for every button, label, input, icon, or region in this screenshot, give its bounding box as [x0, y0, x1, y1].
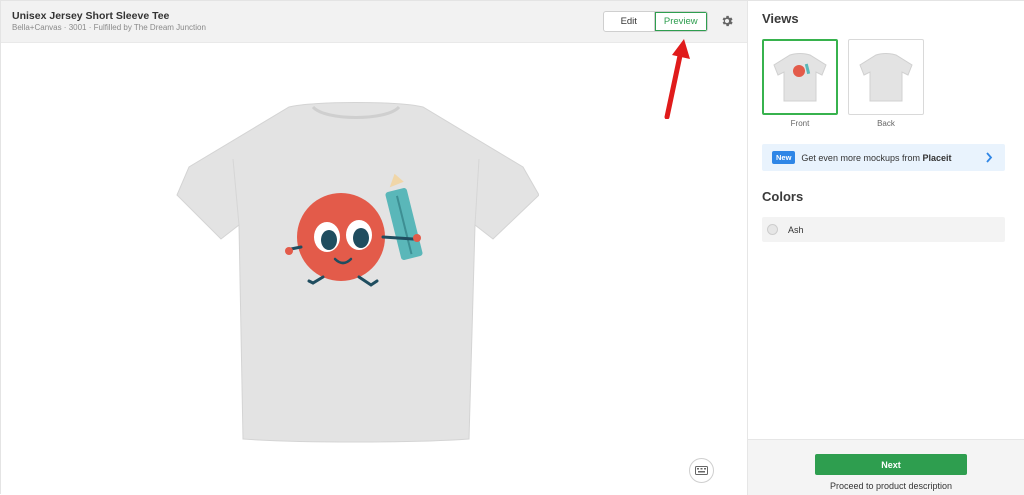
- tshirt-front-thumbnail: [773, 53, 827, 102]
- view-label-front: Front: [790, 119, 810, 128]
- edit-button[interactable]: Edit: [604, 12, 655, 31]
- placeit-promo-banner[interactable]: New Get even more mockups from Placeit: [762, 144, 1005, 171]
- product-header: Unisex Jersey Short Sleeve Tee Bella+Can…: [1, 1, 747, 43]
- product-subtitle: Bella+Canvas · 3001 · Fulfilled by The D…: [12, 23, 206, 32]
- product-title: Unisex Jersey Short Sleeve Tee: [12, 10, 170, 22]
- arrow-up-icon: [664, 39, 690, 119]
- promo-text-main: Get even more mockups from: [801, 152, 920, 163]
- color-name: Ash: [788, 224, 804, 235]
- mode-toggle: Edit Preview: [603, 11, 708, 32]
- options-sidebar: Views Front Back New Get even more mocku…: [747, 1, 1024, 495]
- view-label-back: Back: [877, 119, 895, 128]
- preview-button[interactable]: Preview: [654, 12, 707, 31]
- tshirt-mockup-front: [176, 102, 539, 443]
- keyboard-shortcuts-button[interactable]: [689, 458, 714, 483]
- gear-icon[interactable]: [720, 14, 734, 28]
- next-subtitle: Proceed to product description: [829, 481, 953, 491]
- color-option-ash[interactable]: Ash: [762, 217, 1005, 242]
- tshirt-back-thumbnail: [859, 53, 913, 102]
- colors-heading: Colors: [762, 189, 804, 204]
- views-heading: Views: [762, 11, 799, 26]
- next-button[interactable]: Next: [815, 454, 967, 475]
- keyboard-icon: [695, 466, 708, 475]
- color-swatch: [767, 224, 778, 235]
- preview-pane: Unisex Jersey Short Sleeve Tee Bella+Can…: [1, 1, 747, 495]
- chevron-right-icon: [986, 152, 993, 163]
- promo-text: Get even more mockups from Placeit: [801, 153, 951, 163]
- new-badge: New: [772, 151, 796, 164]
- view-thumb-front[interactable]: [762, 39, 838, 115]
- footer-actions: Next Proceed to product description: [748, 439, 1024, 495]
- view-thumb-back[interactable]: [848, 39, 924, 115]
- app-window: Unisex Jersey Short Sleeve Tee Bella+Can…: [0, 0, 1024, 495]
- promo-brand: Placeit: [922, 152, 952, 163]
